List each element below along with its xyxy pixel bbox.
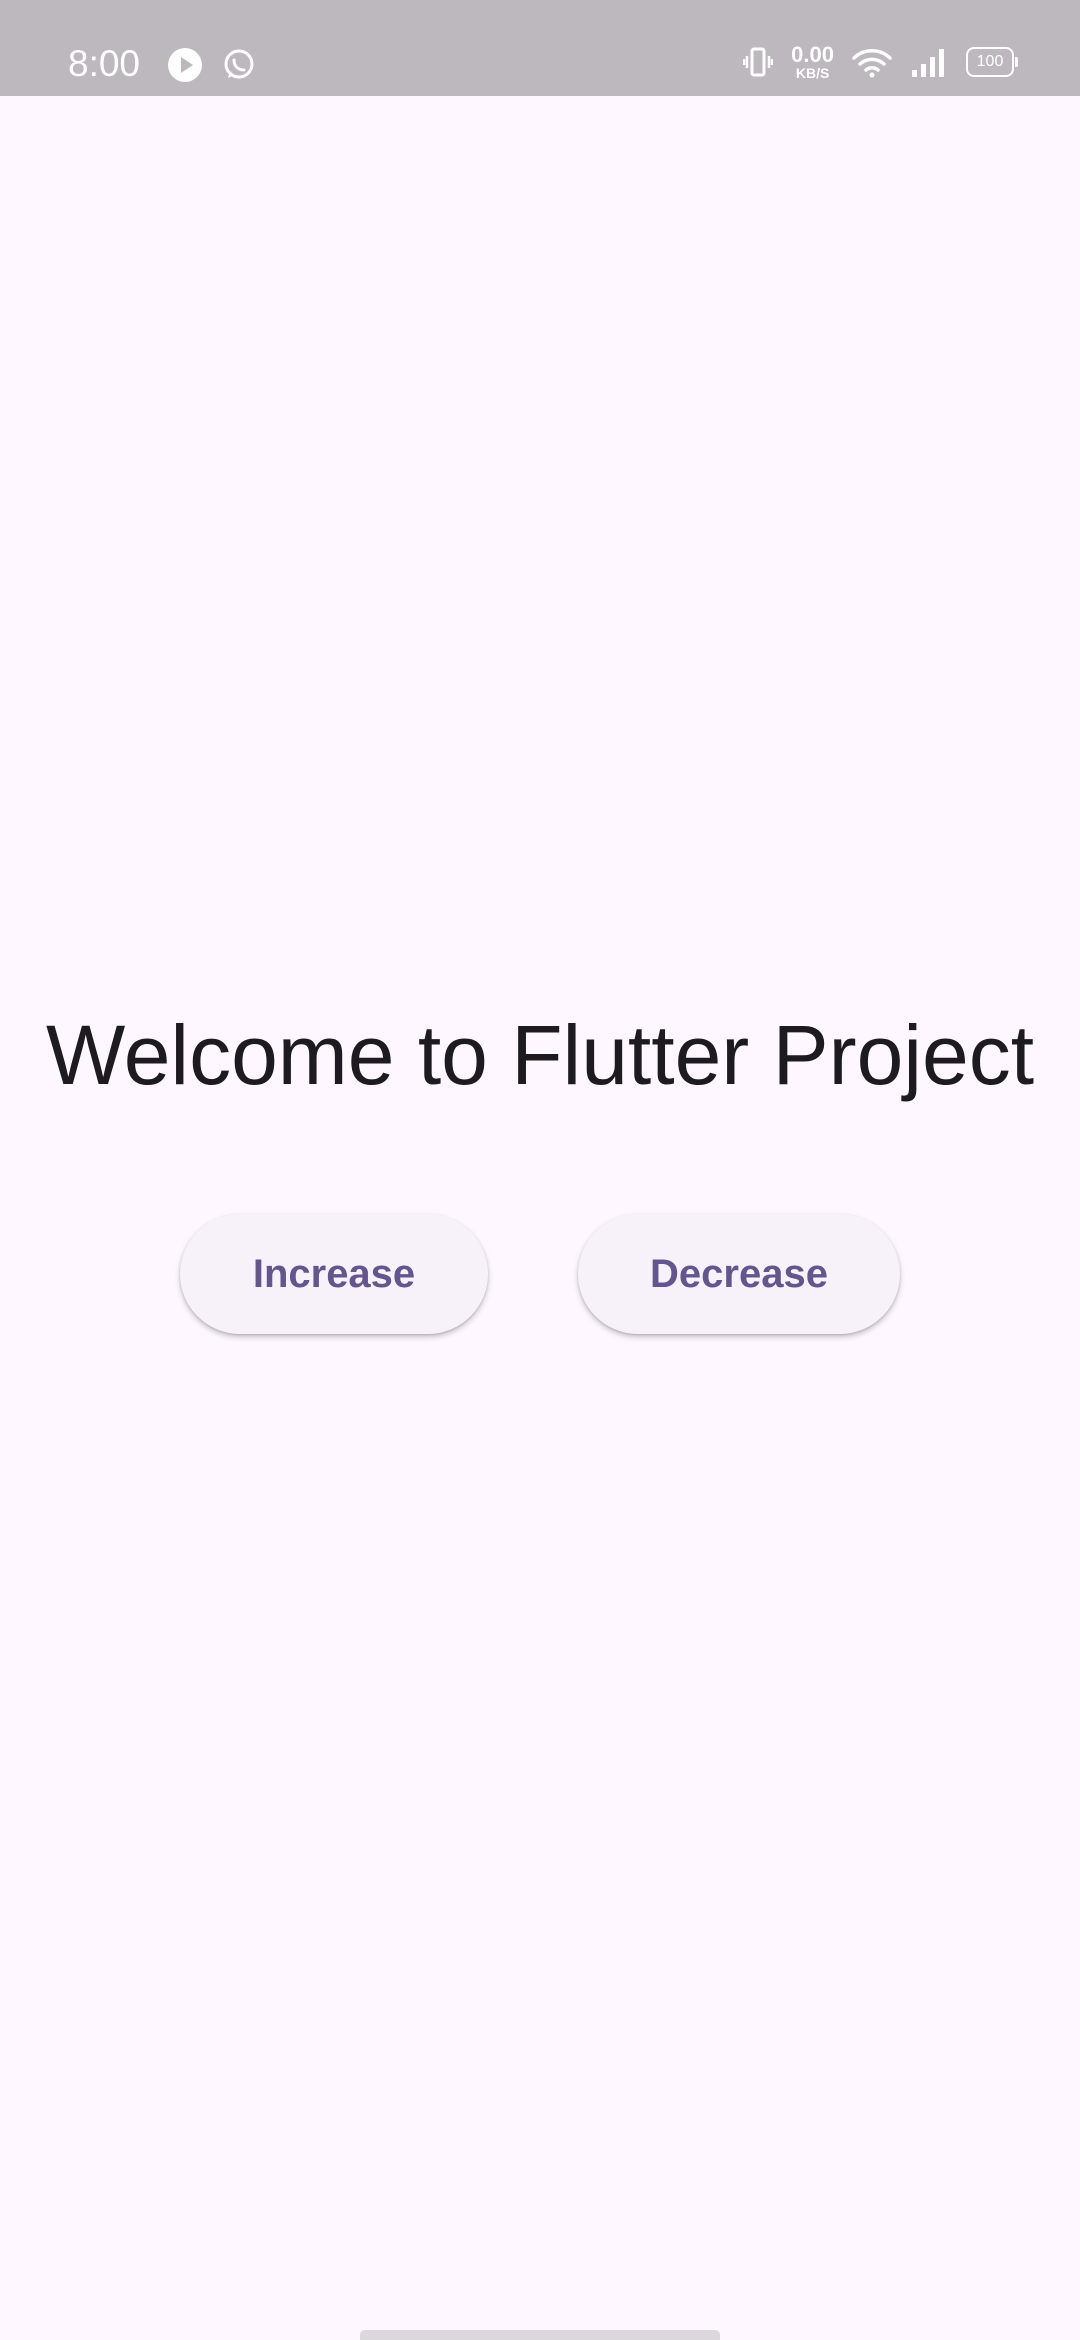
- increase-button[interactable]: Increase: [180, 1214, 488, 1334]
- home-indicator[interactable]: [360, 2330, 720, 2340]
- network-speed-unit: KB/S: [795, 65, 830, 81]
- signal-icon: [912, 49, 944, 77]
- status-left-icons: [168, 48, 256, 82]
- status-right-icons: 0.00 KB/S 100: [743, 42, 1018, 81]
- whatsapp-icon: [224, 49, 254, 79]
- play-icon: [168, 48, 202, 82]
- status-bar: 8:00 0.00 KB/S 100: [0, 0, 1080, 96]
- network-speed-value: 0.00: [791, 42, 834, 67]
- page-title: Welcome to Flutter Project: [45, 1008, 1035, 1102]
- network-speed: 0.00 KB/S: [791, 42, 834, 81]
- status-time: 8:00: [68, 43, 141, 84]
- battery-level: 100: [976, 53, 1004, 70]
- wifi-icon: [852, 49, 892, 78]
- battery-icon: 100: [966, 47, 1018, 77]
- vibrate-icon: [743, 47, 774, 77]
- decrease-button[interactable]: Decrease: [578, 1214, 900, 1334]
